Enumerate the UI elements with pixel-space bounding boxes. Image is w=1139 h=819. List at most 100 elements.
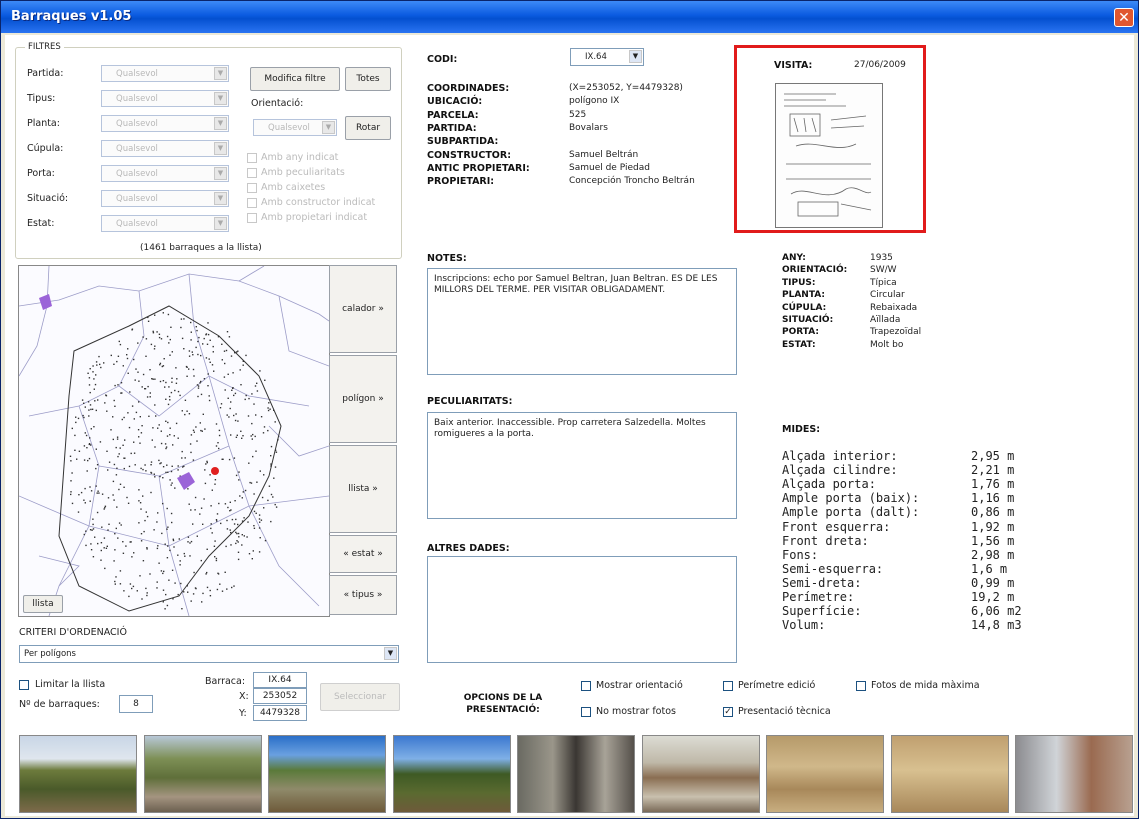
info-label: ANTIC PROPIETARI:	[427, 162, 530, 174]
y-input[interactable]: 4479328	[253, 705, 307, 721]
document-scan-image[interactable]	[775, 83, 883, 228]
sort-value: Per polígons	[24, 649, 76, 659]
info-value: Concepción Troncho Beltrán	[569, 176, 695, 187]
chevron-down-icon[interactable]: ▼	[214, 92, 227, 105]
info-label: COORDINADES:	[427, 83, 510, 94]
chevron-down-icon[interactable]: ▼	[629, 50, 642, 63]
map-drawing	[19, 266, 329, 616]
measurement-value: 2,95 m	[971, 449, 1015, 463]
chevron-down-icon[interactable]: ▼	[384, 647, 397, 660]
other-data-label: ALTRES DADES:	[427, 543, 510, 554]
modify-filter-button[interactable]: Modifica filtre	[250, 67, 340, 91]
photo-thumbnail[interactable]	[143, 735, 262, 813]
measurement-value: 1,6 m	[971, 561, 1008, 576]
other-data-textarea[interactable]	[427, 556, 737, 663]
filter-checkbox[interactable]	[247, 198, 257, 208]
title-bar[interactable]: Barraques v1.05 ✕	[1, 1, 1138, 33]
photo-thumbnail[interactable]	[268, 735, 386, 813]
photo-thumbnail[interactable]	[766, 735, 884, 813]
code-select[interactable]: IX.64 ▼	[570, 48, 644, 66]
notes-textarea[interactable]: Inscripcions: echo por Samuel Beltran, J…	[427, 268, 737, 375]
measurement-label: Alçada interior:	[782, 449, 898, 463]
option-checkbox[interactable]	[723, 681, 733, 691]
presentation-options-title-1: OPCIONS DE LA	[463, 693, 543, 703]
notes-label: NOTES:	[427, 253, 467, 264]
info-label: PARCELA:	[427, 109, 479, 121]
attribute-value: 1935	[870, 253, 893, 263]
info-label: CONSTRUCTOR:	[427, 149, 511, 161]
filter-value: Qualsevol	[116, 119, 158, 129]
chevron-down-icon[interactable]: ▼	[214, 167, 227, 180]
option-checkbox[interactable]	[581, 681, 591, 691]
llista-button[interactable]: llista »	[329, 445, 397, 533]
info-value: 525	[569, 109, 587, 120]
sort-select[interactable]: Per polígons ▼	[19, 645, 399, 663]
estat-button[interactable]: « estat »	[329, 535, 397, 573]
filter-checkbox[interactable]	[247, 213, 257, 223]
barraques-count-label: Nº de barraques:	[19, 699, 100, 710]
barraca-input[interactable]: IX.64	[253, 672, 307, 688]
calador-button[interactable]: calador »	[329, 265, 397, 353]
peculiarities-textarea[interactable]: Baix anterior. Inaccessible. Prop carret…	[427, 412, 737, 519]
rotate-button[interactable]: Rotar	[345, 116, 391, 140]
limit-list-checkbox[interactable]	[19, 680, 29, 690]
filter-value: Qualsevol	[116, 194, 158, 204]
option-checkbox[interactable]	[856, 681, 866, 691]
filter-select[interactable]: Qualsevol ▼	[101, 165, 229, 182]
measurement-value: 6,06 m2	[971, 604, 1022, 619]
orientation-select[interactable]: Qualsevol ▼	[253, 119, 337, 136]
filter-select[interactable]: Qualsevol ▼	[101, 65, 229, 82]
info-value: (X=253052, Y=4479328)	[569, 83, 683, 93]
close-icon[interactable]: ✕	[1114, 8, 1134, 27]
chevron-down-icon[interactable]: ▼	[214, 117, 227, 130]
tipus-button[interactable]: « tipus »	[329, 575, 397, 615]
filter-select[interactable]: Qualsevol ▼	[101, 140, 229, 157]
chevron-down-icon[interactable]: ▼	[214, 192, 227, 205]
photo-thumbnail[interactable]	[641, 735, 760, 813]
measurement-label: Front dreta:	[782, 533, 869, 548]
limit-list-label: Limitar la llista	[35, 679, 106, 690]
polygon-button[interactable]: polígon »	[329, 355, 397, 443]
photo-thumbnail[interactable]	[890, 735, 1009, 813]
filter-select[interactable]: Qualsevol ▼	[101, 115, 229, 132]
measurement-value: 1,56 m	[971, 533, 1015, 548]
filter-select[interactable]: Qualsevol ▼	[101, 90, 229, 107]
chevron-down-icon[interactable]: ▼	[214, 217, 227, 230]
option-checkbox[interactable]	[581, 707, 591, 717]
option-checkbox-label: Perímetre edició	[738, 680, 816, 691]
photo-thumbnail[interactable]	[19, 735, 137, 813]
list-button[interactable]: llista	[23, 595, 63, 613]
info-value: Bovalars	[569, 122, 608, 133]
select-button[interactable]: Seleccionar	[320, 683, 400, 711]
filter-checkbox[interactable]	[247, 153, 257, 163]
measurement-label: Volum:	[782, 618, 826, 633]
measurement-value: 2,98 m	[971, 547, 1015, 562]
map-view[interactable]: llista	[18, 265, 330, 617]
filter-checkbox[interactable]	[247, 183, 257, 193]
measurement-label: Alçada cilindre:	[782, 463, 898, 478]
info-label: SUBPARTIDA:	[427, 136, 499, 148]
photo-thumbnail[interactable]	[392, 735, 511, 813]
filter-value: Qualsevol	[116, 69, 158, 79]
chevron-down-icon[interactable]: ▼	[214, 142, 227, 155]
filter-select[interactable]: Qualsevol ▼	[101, 215, 229, 232]
filter-value: Qualsevol	[116, 94, 158, 104]
filter-value: Qualsevol	[116, 144, 158, 154]
filter-select[interactable]: Qualsevol ▼	[101, 190, 229, 207]
chevron-down-icon[interactable]: ▼	[214, 67, 227, 80]
photo-thumbnail[interactable]	[517, 735, 635, 813]
chevron-down-icon[interactable]: ▼	[322, 121, 335, 134]
option-checkbox[interactable]: ✓	[723, 707, 733, 717]
photo-thumbnail[interactable]	[1015, 735, 1133, 813]
list-count-text: (1461 barraques a la llista)	[140, 243, 262, 253]
filter-label: Situació:	[27, 193, 69, 204]
orientation-label: Orientació:	[251, 98, 304, 109]
x-input[interactable]: 253052	[253, 688, 307, 704]
filter-checkbox[interactable]	[247, 168, 257, 178]
visit-label: VISITA:	[774, 60, 813, 71]
barraques-count-input[interactable]: 8	[119, 695, 153, 713]
filter-label: Tipus:	[27, 93, 56, 104]
measurement-value: 1,76 m	[971, 477, 1015, 492]
measurement-label: Ample porta (dalt):	[782, 505, 920, 520]
all-button[interactable]: Totes	[345, 67, 391, 91]
